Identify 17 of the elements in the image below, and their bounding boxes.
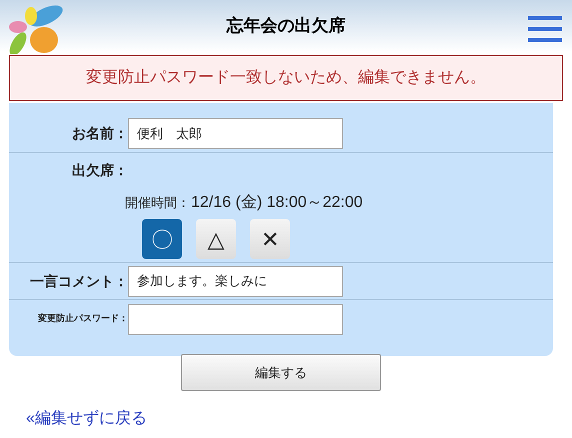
attendance-choice[interactable]: ✕ xyxy=(250,219,290,259)
attendance-choice[interactable]: 〇 xyxy=(142,219,182,259)
attendance-label: 出欠席： xyxy=(71,161,128,180)
error-alert: 変更防止パスワード一致しないため、編集できません。 xyxy=(9,55,563,101)
page-title: 忘年会の出欠席 xyxy=(226,15,346,38)
time-label: 開催時間： xyxy=(125,194,190,212)
edit-button[interactable]: 編集する xyxy=(181,354,381,391)
event-time: 12/16 (金) 18:00～22:00 xyxy=(191,193,363,213)
comment-field[interactable]: 参加します。楽しみに xyxy=(128,266,343,296)
password-label: 変更防止パスワード： xyxy=(37,312,128,326)
comment-label: 一言コメント： xyxy=(29,272,128,290)
name-field[interactable]: 便利 太郎 xyxy=(128,118,343,149)
password-field[interactable] xyxy=(128,304,343,334)
attendance-choice[interactable]: △ xyxy=(196,219,236,259)
menu-icon[interactable] xyxy=(528,16,562,42)
back-link[interactable]: «編集せずに戻る xyxy=(26,407,147,431)
name-label: お名前： xyxy=(71,124,128,143)
